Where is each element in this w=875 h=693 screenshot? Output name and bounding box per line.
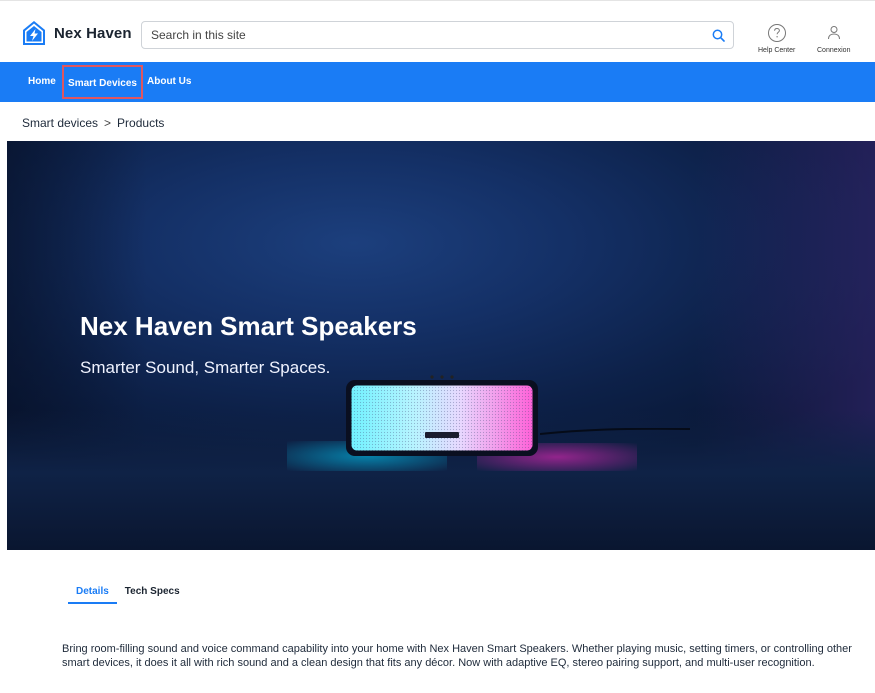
product-tabs: Details Tech Specs xyxy=(68,586,188,604)
hero-banner: Nex Haven Smart Speakers Smarter Sound, … xyxy=(7,141,875,550)
account-label: Connexion xyxy=(817,47,851,54)
site-header: Nex Haven Help Center Connexion xyxy=(0,0,875,62)
search-box xyxy=(141,21,734,49)
tab-details[interactable]: Details xyxy=(68,586,117,604)
hero-title: Nex Haven Smart Speakers xyxy=(80,311,417,341)
breadcrumb-separator: > xyxy=(104,116,112,130)
breadcrumb-smart-devices[interactable]: Smart devices xyxy=(22,116,98,130)
user-icon xyxy=(827,26,840,40)
smart-speaker-image xyxy=(346,375,538,456)
search-button[interactable] xyxy=(703,22,733,48)
help-center-label: Help Center xyxy=(758,47,796,54)
account-button[interactable]: Connexion xyxy=(817,23,850,54)
tab-tech-specs[interactable]: Tech Specs xyxy=(117,586,188,604)
hero-subtitle: Smarter Sound, Smarter Spaces. xyxy=(80,358,331,377)
brand-logo[interactable]: Nex Haven xyxy=(22,20,132,46)
search-input[interactable] xyxy=(142,22,703,48)
nav-item-about-us[interactable]: About Us xyxy=(147,62,191,102)
main-nav: Home Smart Devices About Us xyxy=(0,62,875,102)
help-icon xyxy=(767,24,786,42)
house-lightning-icon xyxy=(23,21,45,45)
help-center-button[interactable]: Help Center xyxy=(758,23,795,54)
product-description: Bring room-filling sound and voice comma… xyxy=(62,643,852,669)
search-icon xyxy=(712,29,725,42)
speaker-cable xyxy=(540,428,690,435)
nav-item-home[interactable]: Home xyxy=(28,62,56,102)
nav-item-smart-devices[interactable]: Smart Devices xyxy=(62,65,143,99)
brand-name: Nex Haven xyxy=(54,24,132,42)
breadcrumb: Smart devices > Products xyxy=(22,116,164,130)
breadcrumb-products: Products xyxy=(117,116,165,130)
